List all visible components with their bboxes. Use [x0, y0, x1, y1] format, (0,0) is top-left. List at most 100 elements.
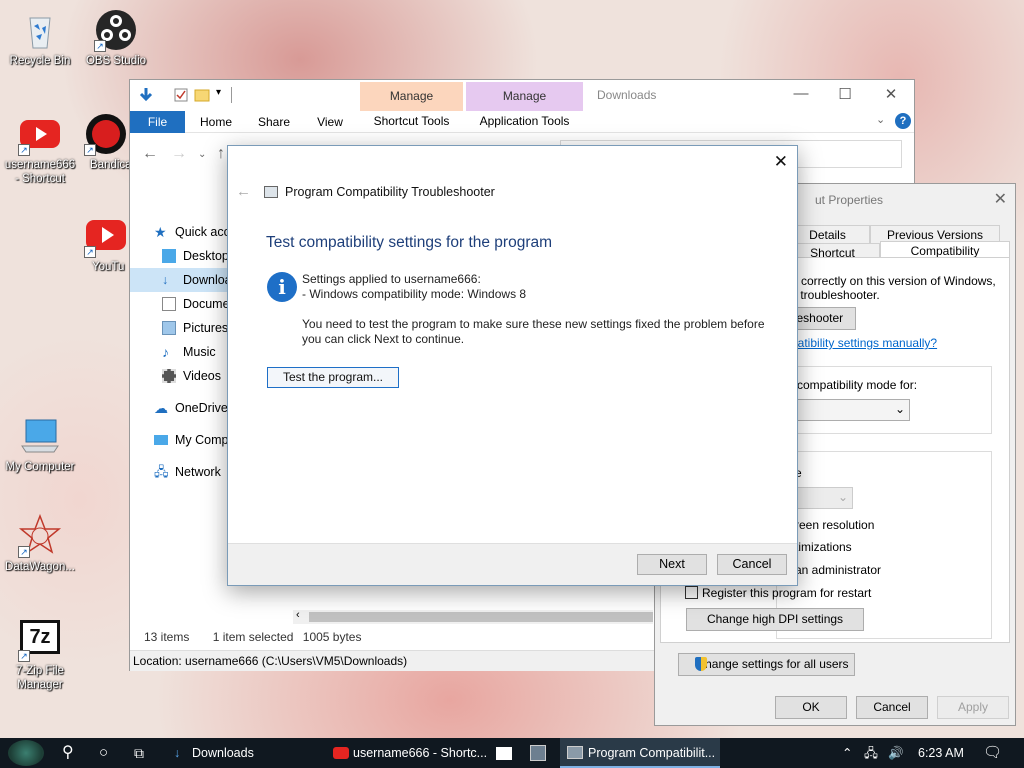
desktop-icon-username-shortcut[interactable]: ↗ username666 - Shortcut: [0, 112, 80, 186]
volume-icon[interactable]: 🔊: [888, 738, 906, 768]
desktop-icon-label: - Shortcut: [15, 173, 65, 185]
taskbar-item-troubleshooter[interactable]: Program Compatibilit...: [560, 738, 720, 768]
manual-settings-link[interactable]: patibility settings manually?: [791, 336, 937, 350]
desktop-icon-youtube[interactable]: ↗ YouTu: [76, 214, 136, 274]
nav-network[interactable]: 🖧 Network: [130, 460, 230, 484]
taskbar-item-label: username666 - Shortc...: [353, 746, 488, 760]
folder-icon[interactable]: [194, 87, 210, 103]
manage-label: Manage: [360, 82, 463, 111]
forward-arrow-icon[interactable]: →: [171, 145, 187, 163]
item-count: 13 items: [144, 630, 190, 644]
color-mode-select[interactable]: ⌄: [793, 487, 853, 509]
option-optimizations[interactable]: timizations: [795, 540, 852, 554]
taskbar-item-label: Downloads: [192, 746, 254, 760]
up-arrow-icon[interactable]: ↑: [217, 145, 225, 163]
troubleshooter-app-icon: [264, 186, 278, 198]
clock[interactable]: 6:23 AM: [918, 738, 968, 768]
bandicam-icon: ↗: [84, 112, 128, 156]
change-all-users-label: Change settings for all users: [696, 657, 849, 671]
desktop-icon-datawagon[interactable]: ↗ DataWagon...: [0, 513, 80, 574]
status-bar: 13 items 1 item selected 1005 bytes: [144, 630, 361, 644]
task-view-icon[interactable]: ⧉: [134, 738, 154, 768]
cortana-circle-icon[interactable]: ○: [99, 738, 119, 768]
youtube-icon: ↗: [84, 214, 128, 258]
cancel-button[interactable]: Cancel: [717, 554, 787, 575]
download-arrow-icon: ↓: [162, 273, 169, 287]
network-tray-icon[interactable]: 🖧: [864, 738, 882, 768]
register-restart-checkbox[interactable]: [685, 586, 698, 599]
tab-file[interactable]: File: [130, 111, 185, 133]
change-dpi-button[interactable]: Change high DPI settings: [686, 608, 864, 631]
desktop-icon-label: Recycle Bin: [9, 55, 71, 67]
option-run-as-admin[interactable]: an administrator: [795, 563, 881, 577]
nav-quick-access[interactable]: ★ Quick acc: [130, 220, 230, 244]
start-button-icon[interactable]: [8, 740, 44, 766]
dialog-footer: Next Cancel: [228, 543, 797, 585]
notifications-icon[interactable]: 🗨: [983, 738, 1002, 768]
taskbar-item-downloads[interactable]: ↓ Downloads: [166, 738, 324, 768]
scroll-left-icon[interactable]: ‹: [296, 609, 300, 621]
desktop-icon-label: YouTu: [92, 261, 125, 273]
desktop-icon-obs-studio[interactable]: ↗ OBS Studio: [76, 8, 156, 68]
test-program-button[interactable]: Test the program...: [267, 367, 399, 388]
help-icon[interactable]: ?: [895, 113, 911, 129]
nav-onedrive[interactable]: ☁ OneDrive: [130, 396, 230, 420]
close-icon[interactable]: ✕: [994, 189, 1007, 209]
change-all-users-button[interactable]: Change settings for all users: [678, 653, 855, 676]
back-arrow-icon[interactable]: ←: [236, 183, 251, 200]
quick-access-dropdown-icon[interactable]: ▾: [216, 87, 221, 98]
cancel-button[interactable]: Cancel: [856, 696, 928, 719]
chevron-down-icon: ⌄: [837, 490, 848, 504]
datawagon-icon: ↗: [18, 513, 62, 558]
next-button[interactable]: Next: [637, 554, 707, 575]
pictures-icon: [162, 321, 176, 335]
minimize-icon[interactable]: —: [786, 85, 816, 102]
troubleshooter-taskbar-icon[interactable]: [528, 738, 550, 768]
settings-applied-text: Settings applied to username666:: [302, 272, 481, 286]
dialog-app-title: Program Compatibility Troubleshooter: [285, 185, 495, 199]
uac-shield-icon: [695, 657, 707, 671]
tray-chevron-icon[interactable]: ⌃: [842, 738, 856, 768]
tab-home[interactable]: Home: [192, 111, 240, 133]
search-icon[interactable]: ⚲: [62, 738, 82, 768]
instruction-text-2: you can click Next to continue.: [302, 332, 465, 346]
close-icon[interactable]: ✕: [774, 152, 788, 172]
tab-view[interactable]: View: [306, 111, 354, 133]
desktop-icon-label: OBS Studio: [85, 55, 147, 67]
recent-dropdown-icon[interactable]: ⌄: [198, 149, 206, 160]
nav-pictures[interactable]: Pictures: [130, 316, 230, 340]
download-arrow-icon: ↓: [174, 746, 181, 760]
desktop-icon-7zip[interactable]: 7z ↗ 7-Zip File Manager: [0, 618, 80, 692]
nav-desktop[interactable]: Desktop: [130, 244, 230, 268]
nav-item-label: Pictures: [183, 321, 229, 335]
nav-my-computer[interactable]: My Comp: [130, 428, 230, 452]
nav-videos[interactable]: Videos: [130, 364, 230, 388]
scrollbar-thumb[interactable]: [309, 612, 653, 622]
store-icon[interactable]: [494, 738, 514, 768]
nav-item-label: Music: [183, 345, 216, 359]
apply-button[interactable]: Apply: [937, 696, 1009, 719]
maximize-icon[interactable]: ☐: [830, 85, 860, 103]
desktop-folder-icon: [162, 249, 176, 263]
close-icon[interactable]: ✕: [876, 85, 906, 103]
properties-title: ut Properties: [815, 193, 884, 207]
horizontal-scrollbar[interactable]: ‹: [293, 609, 653, 624]
taskbar-item-shortcut[interactable]: username666 - Shortc...: [328, 738, 488, 768]
properties-check-icon[interactable]: [173, 87, 189, 103]
compat-mode-label: compatibility mode for:: [797, 378, 918, 392]
ribbon-expand-icon[interactable]: ⌄: [876, 113, 885, 126]
nav-downloads[interactable]: ↓ Downloa: [130, 268, 232, 292]
desktop-icon-bandicam[interactable]: ↗ Bandica: [76, 112, 136, 172]
desktop-icon-recycle-bin[interactable]: Recycle Bin: [0, 8, 80, 68]
shortcut-arrow-icon: ↗: [18, 650, 30, 662]
ok-button[interactable]: OK: [775, 696, 847, 719]
troubleshooter-app-icon: [530, 745, 546, 761]
star-icon: ★: [154, 224, 167, 240]
back-arrow-icon[interactable]: ←: [142, 145, 158, 163]
tab-share[interactable]: Share: [250, 111, 298, 133]
desktop-icon-my-computer[interactable]: My Computer: [0, 414, 80, 474]
option-resolution[interactable]: reen resolution: [795, 518, 874, 532]
nav-music[interactable]: ♪ Music: [130, 340, 230, 364]
recycle-bin-icon: [18, 8, 62, 52]
nav-documents[interactable]: Docume: [130, 292, 230, 316]
